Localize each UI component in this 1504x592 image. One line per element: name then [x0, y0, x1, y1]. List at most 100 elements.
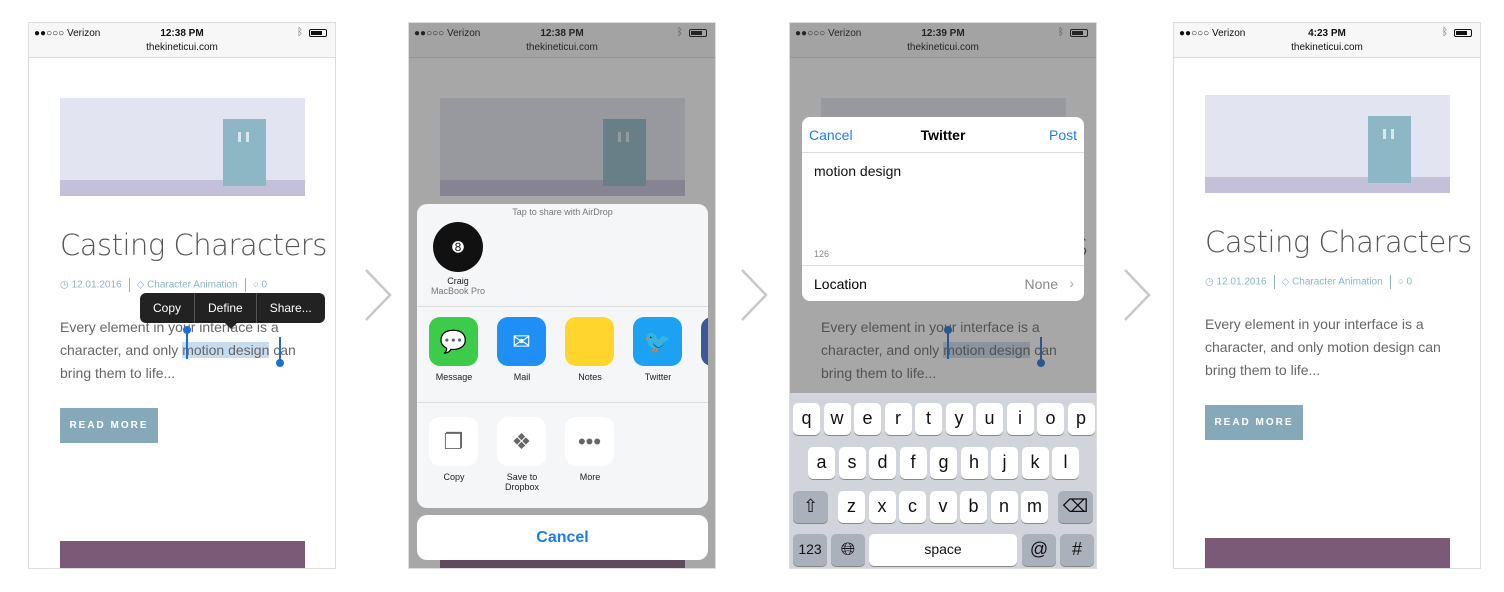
- post-date: 12.01.2016: [71, 279, 122, 291]
- keyboard: q w e r t y u i o p a s d f g h j k l z x c v b n m ⇧ ⌫ 123 🌐︎ spa…: [790, 393, 1096, 568]
- key-t[interactable]: t: [915, 403, 942, 435]
- define-menu-item[interactable]: Define: [195, 293, 257, 323]
- key-r[interactable]: r: [884, 403, 912, 435]
- post-excerpt: Every element in your interface is a cha…: [1205, 316, 1441, 378]
- selected-text: motion design: [182, 342, 270, 358]
- key-o[interactable]: o: [1037, 403, 1064, 435]
- key-a[interactable]: a: [808, 447, 835, 479]
- clock: 4:23 PM: [1308, 28, 1346, 39]
- avatar: ➑: [433, 222, 483, 272]
- key-d[interactable]: d: [869, 447, 896, 479]
- share-action-1[interactable]: ❖ Save to Dropbox: [497, 417, 547, 492]
- key-v[interactable]: v: [929, 491, 957, 523]
- selection-handle-start[interactable]: [183, 326, 191, 359]
- url-bar[interactable]: thekineticui.com: [1174, 42, 1480, 53]
- chevron-right-icon: [1124, 269, 1151, 321]
- next-post-image: [1205, 538, 1450, 568]
- post-button[interactable]: Post: [1049, 127, 1077, 143]
- category-link[interactable]: Character Animation: [1292, 277, 1383, 288]
- more-icon: •••: [565, 417, 614, 466]
- key-k[interactable]: k: [1021, 447, 1049, 479]
- key-m[interactable]: m: [1021, 491, 1048, 523]
- at-key[interactable]: @: [1022, 534, 1056, 566]
- tweet-text-input[interactable]: motion design: [814, 163, 901, 179]
- bluetooth-icon: ᛒ: [1442, 27, 1448, 38]
- clock-icon: ◷: [1205, 276, 1214, 288]
- mail-icon: ✉: [497, 317, 546, 366]
- share-app-message[interactable]: 💬 Message: [429, 317, 479, 382]
- hero-illustration: [60, 98, 305, 196]
- key-s[interactable]: s: [838, 447, 866, 479]
- key-n[interactable]: n: [990, 491, 1018, 523]
- sheet-title: Twitter: [920, 127, 966, 143]
- clock-icon: ◷: [60, 279, 69, 291]
- hash-key[interactable]: #: [1060, 534, 1094, 566]
- globe-icon[interactable]: 🌐︎: [831, 534, 865, 566]
- key-f[interactable]: f: [899, 447, 927, 479]
- key-c[interactable]: c: [899, 491, 926, 523]
- key-j[interactable]: j: [991, 447, 1018, 479]
- key-z[interactable]: z: [838, 491, 865, 523]
- key-q[interactable]: q: [793, 403, 820, 435]
- share-app-notes[interactable]: Notes: [565, 317, 615, 382]
- shift-key[interactable]: ⇧: [793, 491, 828, 523]
- comment-icon: ○: [252, 279, 259, 291]
- key-i[interactable]: i: [1006, 403, 1034, 435]
- chevron-right-icon: ›: [1069, 275, 1074, 291]
- selected-text: motion design: [1327, 339, 1415, 355]
- key-y[interactable]: y: [945, 403, 973, 435]
- post-excerpt: Every element in your interface is a cha…: [60, 319, 296, 381]
- share-sheet: Tap to share with AirDrop ➑ Craig MacBook …: [417, 204, 708, 508]
- clock: 12:38 PM: [160, 28, 204, 39]
- location-row[interactable]: Location None ›: [802, 265, 1084, 301]
- copy-menu-item[interactable]: Copy: [140, 293, 196, 323]
- door-icon: [1368, 116, 1411, 183]
- share-app-twitter[interactable]: 🐦 Twitter: [633, 317, 683, 382]
- selection-handle-end[interactable]: [276, 337, 284, 367]
- share-menu-item[interactable]: Share...: [257, 293, 325, 323]
- delete-key[interactable]: ⌫: [1058, 491, 1093, 523]
- copy-icon: ❐: [429, 417, 478, 466]
- edit-menu: Copy Define Share...: [140, 293, 325, 329]
- battery-icon: [1454, 29, 1472, 37]
- key-l[interactable]: l: [1052, 447, 1079, 479]
- space-key[interactable]: space: [869, 534, 1017, 566]
- twitter-icon: 🐦: [633, 317, 682, 366]
- battery-icon: [309, 29, 327, 37]
- status-bar: ●●○○○ Verizon 12:38 PM thekineticui.com …: [29, 23, 335, 58]
- key-b[interactable]: b: [960, 491, 987, 523]
- key-e[interactable]: e: [854, 403, 881, 435]
- post-title: Casting Characters: [60, 228, 327, 262]
- post-meta: ◷ 12.01.2016 ◇ Character Animation ○ 0: [60, 278, 267, 292]
- share-app-mail[interactable]: ✉ Mail: [497, 317, 547, 382]
- tag-icon: ◇: [1281, 276, 1290, 288]
- screen-text-selection: ●●○○○ Verizon 12:38 PM thekineticui.com …: [28, 22, 336, 569]
- door-icon: [223, 119, 266, 186]
- url-bar[interactable]: thekineticui.com: [29, 42, 335, 53]
- airdrop-hint: Tap to share with AirDrop: [512, 207, 613, 217]
- post-date: 12.01.2016: [1216, 276, 1267, 288]
- key-w[interactable]: w: [823, 403, 851, 435]
- dropbox-icon: ❖: [497, 417, 546, 466]
- read-more-button[interactable]: READ MORE: [1205, 405, 1303, 440]
- key-g[interactable]: g: [930, 447, 957, 479]
- key-x[interactable]: x: [868, 491, 896, 523]
- airdrop-device[interactable]: ➑ Craig MacBook Pro: [429, 222, 487, 296]
- category-link[interactable]: Character Animation: [147, 280, 238, 291]
- share-action-2[interactable]: ••• More: [565, 417, 615, 482]
- status-bar: ●●○○○ Verizon 4:23 PM thekineticui.com ᛒ: [1174, 23, 1480, 58]
- numbers-key[interactable]: 123: [793, 534, 827, 566]
- screen-article: ●●○○○ Verizon 4:23 PM thekineticui.com ᛒ…: [1173, 22, 1481, 569]
- bluetooth-icon: ᛒ: [297, 27, 303, 38]
- key-u[interactable]: u: [976, 403, 1003, 435]
- key-p[interactable]: p: [1067, 403, 1095, 435]
- comment-count[interactable]: 0: [262, 280, 268, 291]
- comment-count[interactable]: 0: [1407, 277, 1413, 288]
- share-action-0[interactable]: ❐ Copy: [429, 417, 479, 482]
- chevron-right-icon: [741, 269, 768, 321]
- notes-icon: [565, 317, 614, 366]
- twitter-compose-sheet: Cancel Twitter Post motion design 126 Loca…: [802, 117, 1084, 301]
- read-more-button[interactable]: READ MORE: [60, 408, 158, 443]
- key-h[interactable]: h: [960, 447, 988, 479]
- cancel-button[interactable]: Cancel: [417, 515, 708, 560]
